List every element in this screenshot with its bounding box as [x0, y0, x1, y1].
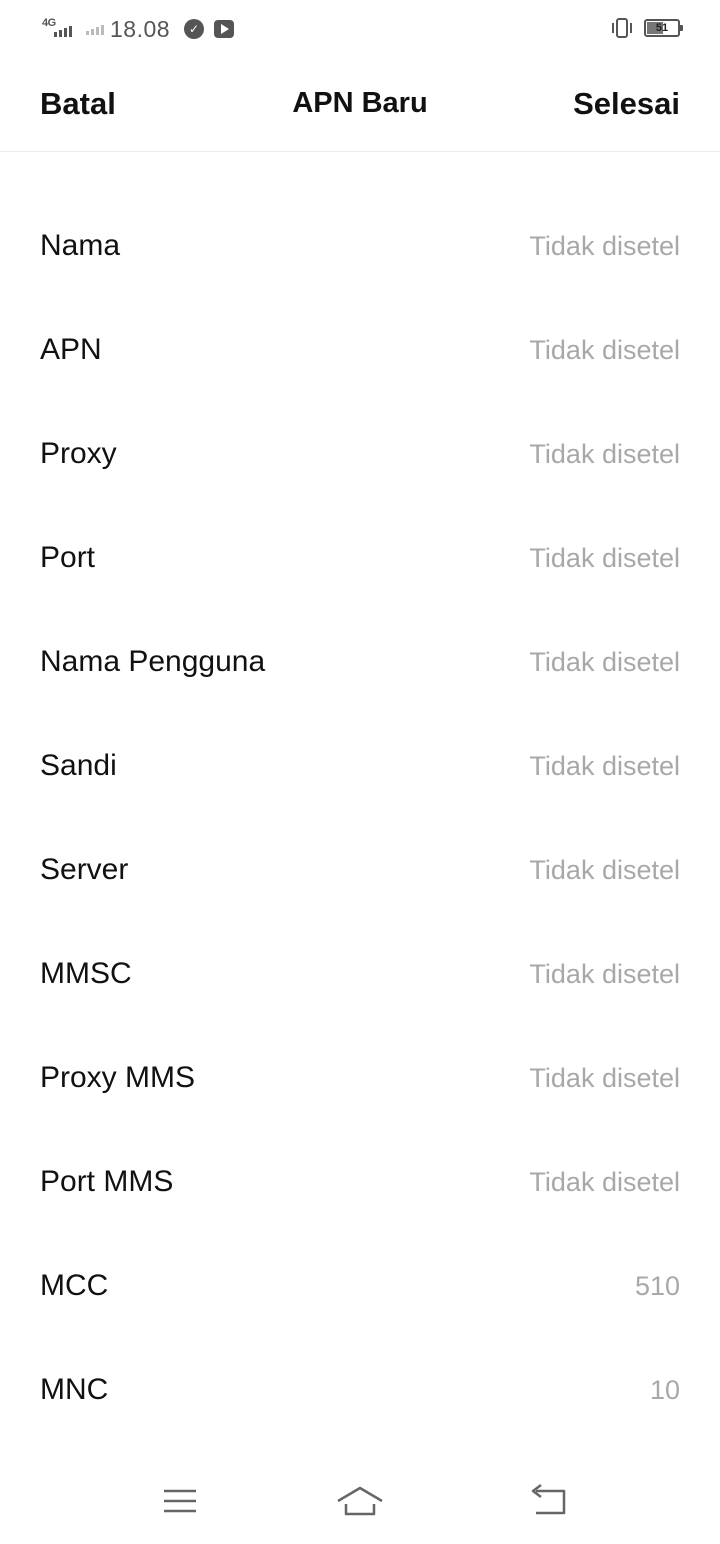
- signal-icon: 4G: [40, 17, 76, 41]
- field-value: 510: [634, 1270, 680, 1301]
- field-value: Tidak disetel: [529, 750, 680, 781]
- field-row-proxy[interactable]: Proxy Tidak disetel: [0, 402, 720, 506]
- field-label: MMSC: [40, 957, 132, 990]
- field-row-mms-proxy[interactable]: Proxy MMS Tidak disetel: [0, 1026, 720, 1130]
- battery-icon: 51: [644, 19, 683, 37]
- back-icon[interactable]: [524, 1476, 574, 1526]
- field-value: Tidak disetel: [529, 1062, 680, 1093]
- field-label: APN: [40, 333, 102, 366]
- field-value: Tidak disetel: [529, 854, 680, 885]
- status-time: 18.08: [110, 15, 171, 42]
- youtube-icon: [214, 20, 235, 38]
- field-label: Nama Pengguna: [40, 645, 266, 678]
- field-label: Sandi: [40, 749, 117, 782]
- status-bar-left: 4G 18.08 ✓: [40, 14, 235, 44]
- field-row-nama[interactable]: Nama Tidak disetel: [0, 194, 720, 298]
- vibrate-icon: [612, 18, 632, 38]
- apn-settings-list: Nama Tidak disetel APN Tidak disetel Pro…: [0, 194, 720, 1442]
- status-bar-right: 51: [610, 17, 683, 39]
- field-label: MCC: [40, 1269, 109, 1302]
- field-row-apn[interactable]: APN Tidak disetel: [0, 298, 720, 402]
- field-label: Nama: [40, 229, 121, 262]
- app-header: Batal APN Baru Selesai: [0, 58, 720, 152]
- status-bar: 4G 18.08 ✓ 51: [0, 0, 720, 58]
- field-value: Tidak disetel: [529, 958, 680, 989]
- field-row-username[interactable]: Nama Pengguna Tidak disetel: [0, 610, 720, 714]
- field-value: Tidak disetel: [529, 334, 680, 365]
- field-value: Tidak disetel: [529, 230, 680, 261]
- field-value: Tidak disetel: [529, 438, 680, 469]
- signal-secondary-icon: [86, 19, 104, 39]
- field-label: Port: [40, 541, 96, 574]
- field-row-server[interactable]: Server Tidak disetel: [0, 818, 720, 922]
- field-label: MNC: [40, 1373, 109, 1406]
- field-value: 10: [649, 1374, 680, 1405]
- field-value: Tidak disetel: [529, 1166, 680, 1197]
- field-row-mms-port[interactable]: Port MMS Tidak disetel: [0, 1130, 720, 1234]
- field-label: Proxy MMS: [40, 1061, 196, 1094]
- navigation-bar: [0, 1456, 720, 1544]
- activity-icon: ✓: [184, 19, 205, 39]
- field-label: Port MMS: [40, 1165, 174, 1198]
- field-value: Tidak disetel: [529, 542, 680, 573]
- field-row-mmsc[interactable]: MMSC Tidak disetel: [0, 922, 720, 1026]
- field-label: Server: [40, 853, 129, 886]
- menu-icon[interactable]: [155, 1476, 205, 1526]
- field-row-port[interactable]: Port Tidak disetel: [0, 506, 720, 610]
- home-icon[interactable]: [335, 1476, 385, 1526]
- done-button[interactable]: Selesai: [573, 86, 680, 122]
- battery-level: 51: [655, 22, 669, 34]
- field-row-password[interactable]: Sandi Tidak disetel: [0, 714, 720, 818]
- field-label: Proxy: [40, 437, 117, 470]
- field-row-mnc[interactable]: MNC 10: [0, 1338, 720, 1442]
- field-row-mcc[interactable]: MCC 510: [0, 1234, 720, 1338]
- field-value: Tidak disetel: [529, 646, 680, 677]
